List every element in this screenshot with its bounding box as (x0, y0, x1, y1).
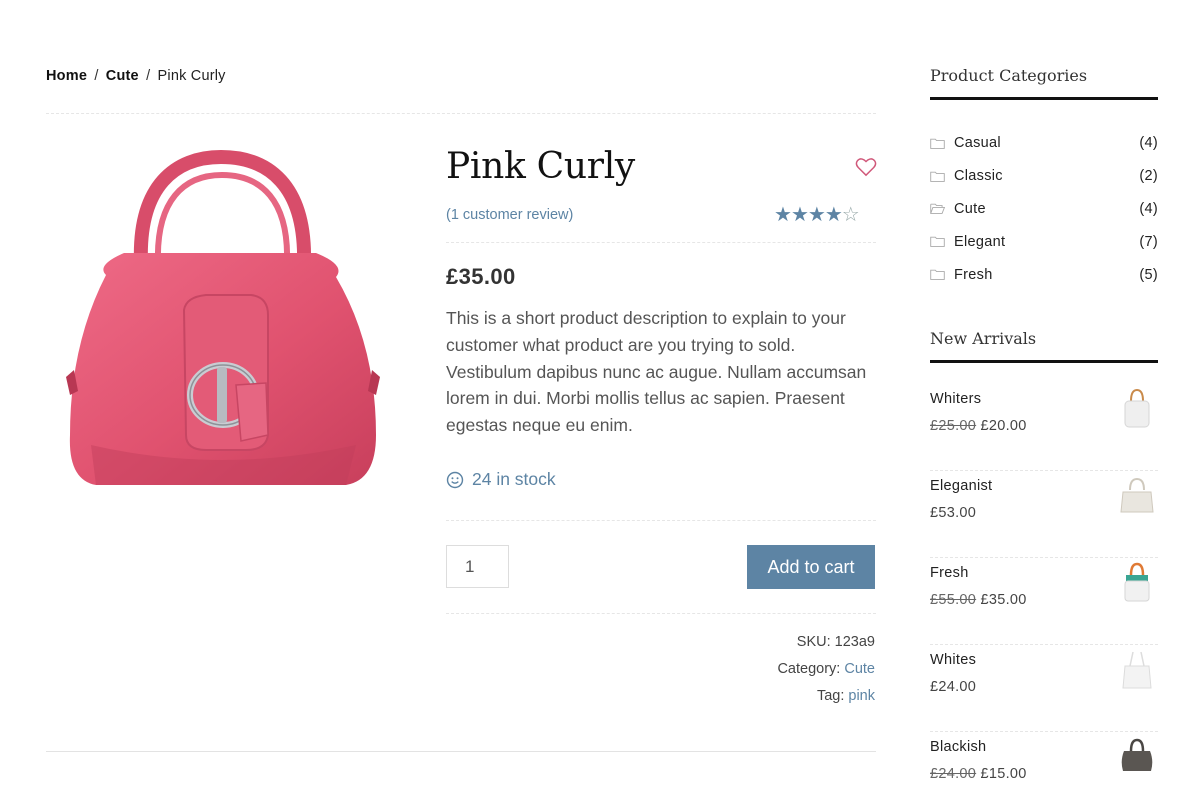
category-label: Category: (777, 661, 841, 677)
new-arrivals-list: Whiters £25.00 £20.00 Eleganist £53.00 F… (930, 384, 1158, 800)
category-item-casual[interactable]: Casual (4) (930, 127, 1158, 160)
new-arrival-item[interactable]: Fresh £55.00 £35.00 (930, 558, 1158, 645)
cream-bag-thumbnail[interactable] (1118, 474, 1156, 518)
star-icon: ★ (807, 204, 826, 226)
arrival-price: £55.00 £35.00 (930, 592, 1027, 608)
folder-icon (930, 269, 945, 280)
new-arrival-item[interactable]: Eleganist £53.00 (930, 471, 1158, 558)
new-arrival-item[interactable]: Whites £24.00 (930, 645, 1158, 732)
category-item-classic[interactable]: Classic (2) (930, 160, 1158, 193)
breadcrumb-category-link[interactable]: Cute (106, 68, 139, 84)
arrival-current-price: £15.00 (980, 766, 1027, 782)
breadcrumb: Home / Cute / Pink Curly (46, 68, 226, 84)
arrival-name[interactable]: Blackish (930, 739, 986, 755)
sku-value: 123a9 (834, 634, 875, 650)
stock-status: 24 in stock (446, 469, 556, 490)
folder-icon (930, 138, 945, 149)
star-icon: ★ (824, 204, 843, 226)
product-description: This is a short product description to e… (446, 308, 867, 436)
product-price: £35.00 (446, 264, 516, 289)
category-link[interactable]: Cute (844, 661, 875, 677)
category-label: Cute (954, 200, 986, 217)
category-count: (4) (1139, 135, 1158, 152)
arrival-old-price: £55.00 (930, 592, 977, 608)
category-count: (7) (1139, 233, 1158, 250)
category-item-elegant[interactable]: Elegant (7) (930, 225, 1158, 258)
arrival-price: £53.00 (930, 505, 976, 521)
breadcrumb-separator: / (94, 68, 99, 84)
category-count: (5) (1139, 266, 1158, 283)
pink-handbag-image (66, 149, 380, 485)
arrival-current-price: £20.00 (980, 418, 1027, 434)
add-to-cart-button[interactable]: Add to cart (747, 545, 875, 589)
product-meta: SKU: 123a9 Category: Cute Tag: pink (777, 629, 875, 710)
category-item-cute[interactable]: Cute (4) (930, 193, 1158, 226)
product-image[interactable] (46, 145, 396, 505)
product-title: Pink Curly (446, 146, 635, 187)
divider (46, 113, 876, 114)
category-label: Fresh (954, 266, 993, 283)
tag-link[interactable]: pink (848, 688, 875, 704)
category-label: Elegant (954, 233, 1006, 250)
category-list: Casual (4) Classic (2) Cute (4) Elegant … (930, 127, 1158, 291)
star-rating: ★★★★☆ (774, 204, 860, 226)
breadcrumb-separator: / (146, 68, 151, 84)
arrival-name[interactable]: Whiters (930, 391, 981, 407)
category-label: Classic (954, 168, 1003, 185)
arrival-current-price: £24.00 (930, 679, 977, 695)
category-label: Casual (954, 135, 1001, 152)
category-item-fresh[interactable]: Fresh (5) (930, 258, 1158, 291)
divider (446, 613, 876, 614)
quantity-input[interactable] (446, 545, 509, 588)
divider (446, 520, 876, 521)
stock-text: 24 in stock (472, 469, 556, 489)
customer-review-link[interactable]: (1 customer review) (446, 207, 573, 223)
divider (446, 242, 876, 243)
widget-title-underline (930, 360, 1158, 363)
star-icon: ★ (790, 204, 809, 226)
star-empty-icon: ☆ (841, 204, 860, 226)
breadcrumb-current: Pink Curly (157, 68, 226, 84)
dark-bag-thumbnail[interactable] (1118, 735, 1156, 779)
arrival-price: £24.00 £15.00 (930, 766, 1027, 782)
category-count: (4) (1139, 200, 1158, 217)
arrival-name[interactable]: Fresh (930, 565, 969, 581)
arrival-old-price: £24.00 (930, 766, 977, 782)
category-row: Category: Cute (777, 656, 875, 683)
arrival-name[interactable]: Eleganist (930, 478, 992, 494)
smile-icon (446, 471, 464, 488)
arrival-current-price: £35.00 (980, 592, 1027, 608)
categories-widget-title: Product Categories (930, 66, 1088, 85)
arrival-price: £25.00 £20.00 (930, 418, 1027, 434)
folder-icon (930, 237, 945, 248)
new-arrivals-widget-title: New Arrivals (930, 329, 1037, 348)
new-arrival-item[interactable]: Whiters £25.00 £20.00 (930, 384, 1158, 471)
category-count: (2) (1139, 168, 1158, 185)
sku-label: SKU: (796, 634, 831, 650)
arrival-price: £24.00 (930, 679, 976, 695)
folder-open-icon (930, 204, 945, 215)
new-arrival-item[interactable]: Blackish £24.00 £15.00 (930, 732, 1158, 800)
white-tote-thumbnail[interactable] (1118, 648, 1156, 692)
white-bag-thumbnail[interactable] (1118, 387, 1156, 431)
tag-label: Tag: (816, 688, 845, 704)
arrival-name[interactable]: Whites (930, 652, 976, 668)
divider (46, 751, 876, 752)
sku-row: SKU: 123a9 (777, 629, 875, 656)
folder-icon (930, 171, 945, 182)
tag-row: Tag: pink (777, 683, 875, 710)
arrival-old-price: £25.00 (930, 418, 977, 434)
star-icon: ★ (774, 204, 792, 226)
teal-orange-bag-thumbnail[interactable] (1118, 561, 1156, 605)
breadcrumb-home-link[interactable]: Home (46, 68, 87, 84)
arrival-current-price: £53.00 (930, 505, 977, 521)
widget-title-underline (930, 97, 1158, 100)
wishlist-heart-icon[interactable] (855, 157, 877, 177)
